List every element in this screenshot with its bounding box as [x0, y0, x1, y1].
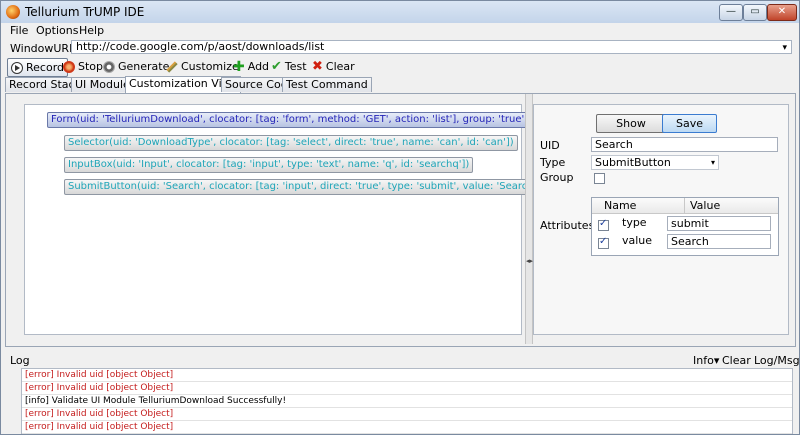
type-select[interactable]: SubmitButton ▾ [591, 155, 719, 170]
generate-label: Generate [118, 60, 170, 73]
gear-icon [103, 60, 115, 73]
customize-label: Customize [181, 60, 239, 73]
attributes-table-header: Name Value [592, 198, 778, 214]
toolbar: Record Stop Generate Customize ✚ Add ✔ T… [1, 57, 799, 77]
attribute-value-name: value [622, 234, 653, 247]
type-select-value: SubmitButton [595, 156, 671, 169]
group-label: Group [540, 171, 574, 184]
menu-file[interactable]: File [10, 24, 28, 37]
clear-button[interactable]: ✖ Clear [312, 58, 355, 75]
customize-button[interactable]: Customize [166, 58, 239, 75]
column-header-name: Name [604, 199, 637, 212]
splitter-arrow-icon[interactable]: ◂▸ [526, 257, 533, 265]
add-button[interactable]: ✚ Add [233, 58, 269, 75]
stop-button[interactable]: Stop [63, 58, 103, 75]
window-title: Tellurium TrUMP IDE [25, 5, 145, 19]
stop-label: Stop [78, 60, 104, 73]
tab-test-command[interactable]: Test Command [282, 77, 372, 92]
show-button[interactable]: Show [596, 114, 666, 133]
add-label: Add [247, 60, 270, 73]
attribute-type-value[interactable]: submit [667, 216, 771, 231]
minimize-button[interactable]: — [719, 4, 743, 21]
test-button[interactable]: ✔ Test [271, 58, 307, 75]
menu-help[interactable]: Help [79, 24, 104, 37]
x-icon: ✖ [312, 59, 323, 74]
menu-options[interactable]: Options [36, 24, 78, 37]
attribute-type-name: type [622, 216, 647, 229]
close-button[interactable]: ✕ [767, 4, 797, 21]
log-level-dropdown[interactable]: Info▾ [693, 354, 719, 367]
test-label: Test [284, 60, 307, 73]
uid-label: UID [540, 139, 560, 152]
log-header: Log Info▾ Clear Log/Msg [1, 350, 799, 368]
firefox-app-icon [6, 5, 20, 19]
ui-tree-pane[interactable]: Form(uid: 'TelluriumDownload', clocator:… [24, 104, 549, 335]
brush-icon [166, 60, 178, 73]
properties-pane: Show Save UID Search Type SubmitButton ▾… [533, 104, 789, 335]
record-label: Record [26, 61, 65, 74]
stop-icon [63, 60, 75, 73]
checkmark-icon: ✔ [271, 59, 282, 74]
pane-splitter[interactable] [525, 94, 533, 344]
group-checkbox[interactable] [594, 173, 605, 184]
tree-node-submitbutton[interactable]: SubmitButton(uid: 'Search', clocator: [t… [64, 179, 549, 195]
menu-bar: File Options Help [1, 23, 799, 39]
log-line: [error] Invalid uid [object Object] [22, 369, 792, 382]
url-dropdown-icon[interactable]: ▾ [782, 42, 787, 54]
url-row: WindowURL http://code.google.com/p/aost/… [1, 39, 799, 57]
clear-label: Clear [325, 60, 355, 73]
chevron-down-icon: ▾ [710, 158, 715, 167]
window-url-label: WindowURL [10, 42, 76, 55]
attributes-table: Name Value type submit value Search [591, 197, 779, 256]
log-line: [info] Validate UI Module TelluriumDownl… [22, 395, 792, 408]
log-clear-button[interactable]: Clear [722, 354, 751, 367]
attributes-label: Attributes [540, 219, 595, 232]
type-label: Type [540, 156, 566, 169]
record-button[interactable]: Record [7, 58, 69, 77]
log-line: [error] Invalid uid [object Object] [22, 408, 792, 421]
column-header-value: Value [690, 199, 721, 212]
log-msg-toggle[interactable]: Log/Msg [754, 354, 799, 367]
generate-button[interactable]: Generate [103, 58, 169, 75]
attribute-value-checkbox[interactable] [598, 236, 609, 249]
window-url-input[interactable]: http://code.google.com/p/aost/downloads/… [71, 40, 792, 54]
plus-icon: ✚ [233, 58, 245, 75]
maximize-button[interactable]: ▭ [743, 4, 767, 21]
window-url-value: http://code.google.com/p/aost/downloads/… [76, 40, 325, 53]
uid-input[interactable]: Search [591, 137, 778, 152]
attribute-type-checkbox[interactable] [598, 218, 609, 231]
log-line: [error] Invalid uid [object Object] [22, 421, 792, 434]
save-button[interactable]: Save [662, 114, 717, 133]
app-window: Tellurium TrUMP IDE — ▭ ✕ File Options H… [0, 0, 800, 435]
record-icon [11, 61, 23, 74]
customization-view-panel: Form(uid: 'TelluriumDownload', clocator:… [5, 93, 796, 347]
log-pane[interactable]: [error] Invalid uid [object Object] [err… [21, 368, 793, 434]
title-bar: Tellurium TrUMP IDE — ▭ ✕ [1, 1, 799, 24]
column-separator [684, 198, 685, 213]
tree-node-selector[interactable]: Selector(uid: 'DownloadType', clocator: … [64, 135, 518, 151]
tree-node-form[interactable]: Form(uid: 'TelluriumDownload', clocator:… [47, 112, 533, 128]
log-title: Log [10, 354, 30, 367]
tree-node-inputbox[interactable]: InputBox(uid: 'Input', clocator: [tag: '… [64, 157, 474, 173]
attribute-value-value[interactable]: Search [667, 234, 771, 249]
log-line: [error] Invalid uid [object Object] [22, 382, 792, 395]
